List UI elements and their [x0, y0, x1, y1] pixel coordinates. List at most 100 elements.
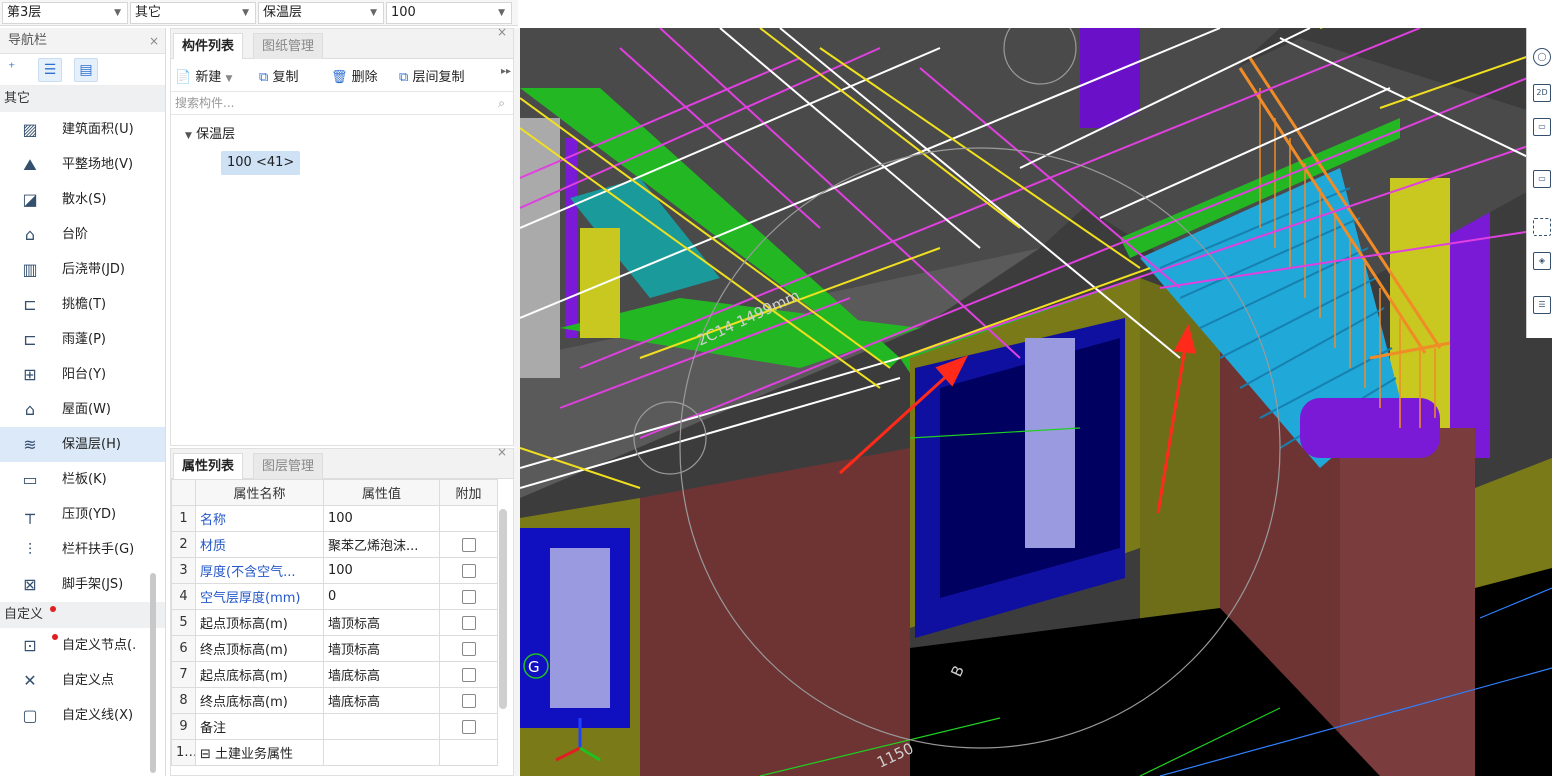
type-dropdown[interactable]: 保温层 ▼ [258, 2, 384, 24]
layer-settings-icon[interactable]: ☰ [1533, 296, 1551, 314]
property-row[interactable]: 8 终点底标高(m) 墙底标高 [171, 687, 498, 714]
sidebar-item[interactable]: ◪ 散水(S) [0, 182, 165, 217]
extra-checkbox[interactable] [461, 615, 476, 630]
extra-checkbox[interactable] [461, 693, 476, 708]
property-name: 起点顶标高(m) [195, 609, 324, 636]
sidebar-item[interactable]: ⛰ 平整场地(V) [0, 147, 165, 182]
sidebar-item[interactable]: ✕ 自定义点 [0, 663, 165, 698]
extra-checkbox[interactable] [461, 563, 476, 578]
sidebar-item[interactable]: ▢ 自定义线(X) [0, 698, 165, 733]
2d-view-icon[interactable]: 2D [1533, 84, 1551, 102]
property-value[interactable]: 墙顶标高 [323, 609, 440, 636]
header-property-name: 属性名称 [195, 479, 324, 506]
sidebar-item-label: 建筑面积(U) [62, 122, 134, 137]
component-search-input[interactable]: 搜索构件... ⌕ [171, 91, 513, 115]
property-row[interactable]: 5 起点顶标高(m) 墙顶标高 [171, 609, 498, 636]
close-icon[interactable]: × [497, 25, 507, 39]
close-icon[interactable]: × [497, 445, 507, 459]
property-name: 材质 [195, 531, 324, 558]
tree-item-selected[interactable]: 100 <41> [221, 151, 301, 175]
tab-component-list[interactable]: 构件列表 [173, 33, 244, 59]
row-number: 7 [171, 661, 196, 688]
floor-dropdown[interactable]: 第3层 ▼ [2, 2, 128, 24]
property-value[interactable]: 墙顶标高 [323, 635, 440, 662]
row-number: 5 [171, 609, 196, 636]
property-value[interactable]: 聚苯乙烯泡沫... [323, 531, 440, 558]
property-row[interactable]: 9 备注 [171, 713, 498, 740]
sidebar-item[interactable]: ┬ 压顶(YD) [0, 497, 165, 532]
extra-checkbox[interactable] [461, 719, 476, 734]
property-row[interactable]: 3 厚度(不含空气... 100 [171, 557, 498, 584]
copy-button[interactable]: ⧉ 复制 [259, 66, 298, 85]
sidebar-item[interactable]: ⊞ 阳台(Y) [0, 357, 165, 392]
sidebar-item[interactable]: ⫶ 栏杆扶手(G) [0, 532, 165, 567]
extra-checkbox[interactable] [461, 641, 476, 656]
tab-layer-management[interactable]: 图层管理 [253, 453, 324, 479]
cornice-icon: ⊏ [23, 295, 37, 314]
select-box-icon[interactable] [1533, 218, 1551, 236]
sidebar-item-label: 自定义线(X) [62, 708, 134, 723]
sidebar-item[interactable]: ▥ 后浇带(JD) [0, 252, 165, 287]
sidebar-item[interactable]: ▨ 建筑面积(U) [0, 112, 165, 147]
property-row[interactable]: 4 空气层厚度(mm) 0 [171, 583, 498, 610]
property-value[interactable]: 墙底标高 [323, 661, 440, 688]
3d-model-canvas[interactable]: G 2C14 1499mm B 1150 [520, 28, 1552, 776]
sidebar-item-label: 散水(S) [62, 192, 107, 207]
extra-cell [439, 713, 498, 740]
cube-view-icon[interactable]: ▭ [1533, 170, 1551, 188]
add-icon[interactable]: ⁺ [8, 60, 15, 76]
property-value[interactable]: 100 [323, 557, 440, 584]
sidebar-item[interactable]: ⊏ 雨蓬(P) [0, 322, 165, 357]
close-icon[interactable]: × [149, 28, 159, 54]
nav-group-other[interactable]: 其它 [0, 86, 165, 112]
property-row[interactable]: 1 名称 100 [171, 505, 498, 532]
nav-group-custom[interactable]: 自定义 [0, 602, 165, 628]
component-list-panel: 构件列表 图纸管理 × 📄 新建 ▼ ⧉ 复制 🗑 删除 ⧉ 层间复制 ▸▸ 搜… [170, 25, 514, 446]
list-view-icon[interactable]: ☰ [38, 58, 62, 82]
property-scrollbar[interactable] [499, 509, 507, 709]
tab-property-list[interactable]: 属性列表 [173, 453, 244, 479]
category-dropdown[interactable]: 其它 ▼ [130, 2, 256, 24]
row-number: 3 [171, 557, 196, 584]
3d-viewport[interactable]: G 2C14 1499mm B 1150 ◯ 2D ▭ ▭ ◈ ☰ [520, 28, 1552, 776]
sidebar-item[interactable]: ≋ 保温层(H) [0, 427, 165, 462]
extra-cell [439, 739, 498, 766]
nav-scrollbar[interactable] [150, 573, 156, 773]
extra-cell [439, 687, 498, 714]
sidebar-item[interactable]: ⊡ 自定义节点(. [0, 628, 165, 663]
extra-checkbox[interactable] [461, 667, 476, 682]
property-value[interactable]: 100 [323, 505, 440, 532]
floor-copy-button[interactable]: ⧉ 层间复制 [399, 66, 464, 85]
custom-node-icon: ⊡ [23, 636, 37, 655]
orbit-icon[interactable]: ◯ [1533, 48, 1551, 66]
value-dropdown[interactable]: 100 ▼ [386, 2, 512, 24]
sidebar-item[interactable]: ⊠ 脚手架(JS) [0, 567, 165, 602]
extra-checkbox[interactable] [461, 589, 476, 604]
property-value[interactable] [323, 713, 440, 740]
copy-icon: ⧉ [259, 70, 269, 85]
property-row[interactable]: 10 ⊟ 土建业务属性 [171, 739, 498, 766]
property-row[interactable]: 6 终点顶标高(m) 墙顶标高 [171, 635, 498, 662]
sidebar-item[interactable]: ⌂ 台阶 [0, 217, 165, 252]
cube-3d-icon[interactable]: ◈ [1533, 252, 1551, 270]
detail-view-icon[interactable]: ▤ [74, 58, 98, 82]
property-table-header: 属性名称 属性值 附加 [171, 479, 498, 506]
row-number: 1 [171, 505, 196, 532]
tab-drawing-management[interactable]: 图纸管理 [253, 33, 324, 59]
more-icon[interactable]: ▸▸ [501, 66, 511, 77]
sidebar-item[interactable]: ⊏ 挑檐(T) [0, 287, 165, 322]
sidebar-item[interactable]: ⌂ 屋面(W) [0, 392, 165, 427]
tree-node-insulation[interactable]: ▼ 保温层 [185, 123, 235, 142]
extra-cell [439, 609, 498, 636]
3d-box-icon[interactable]: ▭ [1533, 118, 1551, 136]
property-row[interactable]: 7 起点底标高(m) 墙底标高 [171, 661, 498, 688]
property-value[interactable] [323, 739, 440, 766]
delete-button[interactable]: 🗑 删除 [331, 66, 378, 85]
new-button[interactable]: 📄 新建 ▼ [175, 66, 232, 85]
property-row[interactable]: 2 材质 聚苯乙烯泡沫... [171, 531, 498, 558]
property-value[interactable]: 墙底标高 [323, 687, 440, 714]
trash-icon: 🗑 [331, 70, 348, 85]
sidebar-item[interactable]: ▭ 栏板(K) [0, 462, 165, 497]
extra-checkbox[interactable] [461, 537, 476, 552]
property-value[interactable]: 0 [323, 583, 440, 610]
